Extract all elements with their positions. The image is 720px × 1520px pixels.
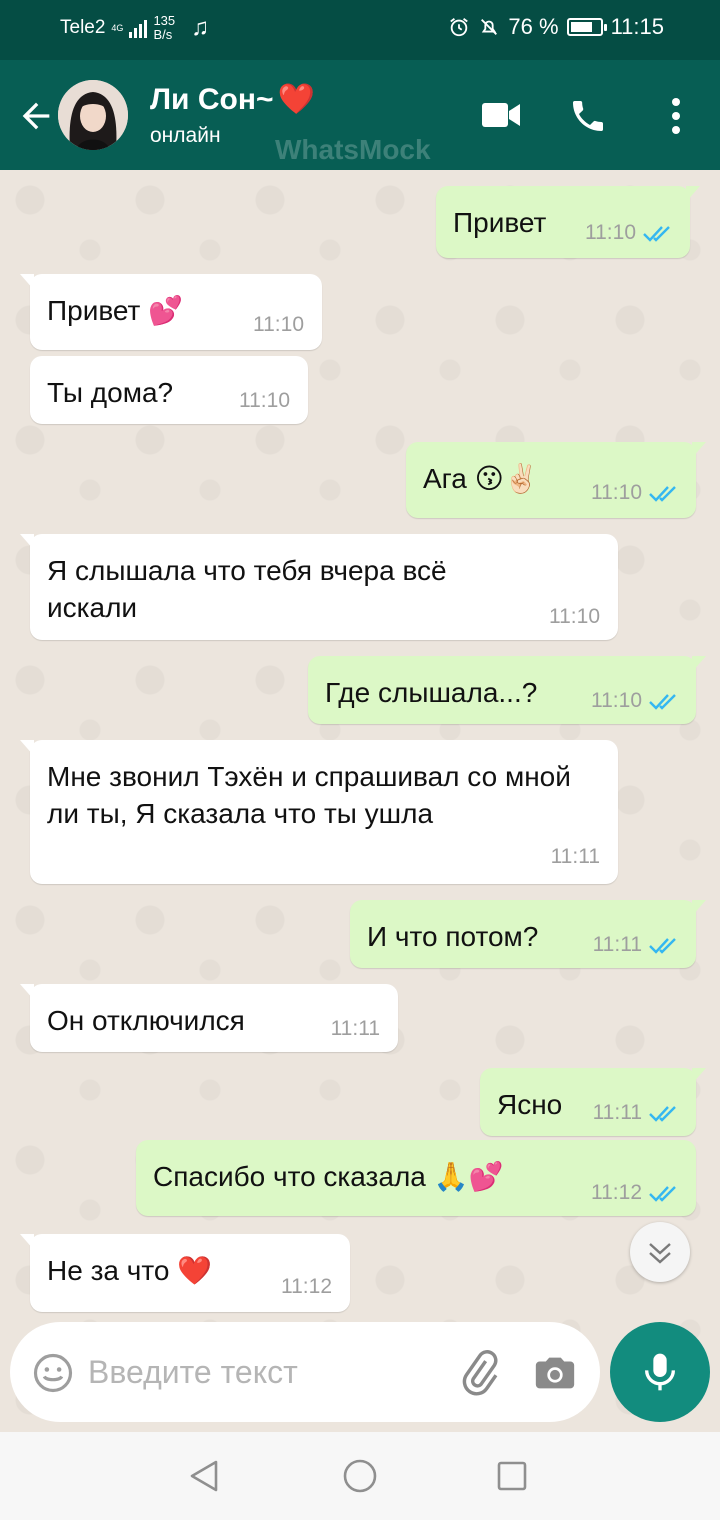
message-text: И что потом? xyxy=(367,921,539,952)
message-time: 11:10 xyxy=(549,605,600,628)
message-bubble-incoming[interactable]: Он отключился 11:11 xyxy=(20,984,398,1052)
message-composer xyxy=(10,1322,600,1422)
double-check-icon xyxy=(649,938,676,954)
mic-button[interactable] xyxy=(610,1322,710,1422)
message-bubble-incoming[interactable]: Мне звонил Тэхён и спрашивал со мной ли … xyxy=(20,740,618,884)
nav-back-icon[interactable] xyxy=(186,1458,222,1494)
avatar[interactable] xyxy=(58,80,128,150)
message-text: Ага xyxy=(423,463,467,494)
chat-header: Ли Сон~ ❤️ онлайн WhatsMock xyxy=(0,60,720,170)
message-text: Мне звонил Тэхён и спрашивал со мной ли … xyxy=(47,761,571,829)
double-check-icon xyxy=(643,226,670,242)
bubble-tail xyxy=(692,1068,706,1084)
message-text: Спасибо что сказала xyxy=(153,1161,426,1192)
message-time: 11:11 xyxy=(592,933,642,956)
message-text: Ты дома? xyxy=(47,377,174,408)
message-emoji: 😗✌🏻 xyxy=(474,462,539,495)
watermark: WhatsMock xyxy=(275,134,431,165)
paperclip-icon[interactable] xyxy=(456,1350,502,1396)
message-time: 11:12 xyxy=(281,1275,332,1298)
message-bubble-outgoing[interactable]: Где слышала...? 11:10 xyxy=(308,656,706,724)
contact-status: онлайн xyxy=(150,124,221,147)
double-check-icon xyxy=(649,1106,676,1122)
mic-icon xyxy=(645,1353,675,1391)
double-check-icon xyxy=(649,694,676,710)
nav-recents-icon[interactable] xyxy=(496,1460,528,1492)
message-bubble-outgoing[interactable]: И что потом? 11:11 xyxy=(350,900,706,968)
video-call-icon[interactable] xyxy=(482,100,520,130)
message-text: Привет xyxy=(47,295,141,326)
battery-icon xyxy=(566,18,607,36)
status-right: 76 % 11:15 xyxy=(448,14,664,40)
bubble-tail xyxy=(20,984,34,1000)
message-bubble-incoming[interactable]: Привет 💕 11:10 xyxy=(20,274,322,350)
bubble-tail xyxy=(20,274,34,290)
contact-name-text: Ли Сон~ xyxy=(150,82,274,116)
carrier-name: Tele2 xyxy=(60,17,106,38)
battery-percent: 76 % xyxy=(508,14,559,39)
message-text: Я слышала что тебя вчера всё искали xyxy=(47,555,447,623)
bubble-tail xyxy=(686,186,700,202)
avatar-image xyxy=(58,80,128,150)
navigation-bar xyxy=(0,1432,720,1520)
message-bubble-outgoing[interactable]: Ага 😗✌🏻 11:10 xyxy=(406,442,706,518)
music-icon: ♫ xyxy=(191,14,210,41)
speed-unit: B/s xyxy=(153,27,173,42)
clock: 11:15 xyxy=(610,14,664,39)
more-vert-icon[interactable] xyxy=(660,96,692,136)
message-time: 11:10 xyxy=(239,389,290,412)
message-bubble-outgoing[interactable]: Привет 11:10 xyxy=(436,186,700,258)
scroll-down-button[interactable] xyxy=(630,1222,690,1282)
status-bar: Tele2 4G 135 B/s ♫ 76 % 11:15 xyxy=(0,0,720,60)
bubble-tail xyxy=(692,442,706,458)
message-time: 11:10 xyxy=(591,481,642,504)
network-type: 4G xyxy=(111,22,124,33)
message-time: 11:12 xyxy=(591,1181,642,1204)
arrow-left-icon[interactable] xyxy=(16,96,56,136)
message-emoji: 💕 xyxy=(148,294,184,327)
message-text: Привет xyxy=(453,207,547,238)
message-emoji: 🙏💕 xyxy=(433,1160,504,1193)
message-time: 11:10 xyxy=(585,221,636,244)
message-text: Он отключился xyxy=(47,1005,245,1036)
message-bubble-incoming[interactable]: Не за что ❤️ 11:12 xyxy=(20,1234,350,1312)
message-time: 11:11 xyxy=(592,1101,642,1124)
signal-icon xyxy=(129,18,148,38)
chevron-down-icon xyxy=(649,1243,671,1264)
message-bubble-outgoing[interactable]: Спасибо что сказала 🙏💕 11:12 xyxy=(136,1140,696,1216)
phone-icon[interactable] xyxy=(568,96,608,136)
network-speed: 135 B/s xyxy=(153,14,175,42)
camera-icon[interactable] xyxy=(532,1350,578,1396)
message-time: 11:11 xyxy=(330,1017,380,1040)
bubble-tail xyxy=(20,740,34,756)
nav-home-icon[interactable] xyxy=(342,1458,378,1494)
double-check-icon xyxy=(649,486,676,502)
message-time: 11:10 xyxy=(253,313,304,336)
bubble-tail xyxy=(20,1234,34,1250)
emoji-icon[interactable] xyxy=(32,1352,74,1394)
message-text: Где слышала...? xyxy=(325,677,538,708)
battery-fill xyxy=(570,22,592,32)
double-check-icon xyxy=(649,1186,676,1202)
message-time: 11:11 xyxy=(550,845,600,868)
heart-emoji: ❤️ xyxy=(277,82,315,117)
bubble-tail xyxy=(692,656,706,672)
status-left: Tele2 4G 135 B/s ♫ xyxy=(60,14,209,42)
message-time: 11:10 xyxy=(591,689,642,712)
message-emoji: ❤️ xyxy=(177,1254,213,1287)
mute-icon xyxy=(481,19,498,35)
chat-area[interactable]: Привет 11:10 Привет 💕 11:10 Ты дома? 11:… xyxy=(0,170,720,1432)
message-input[interactable] xyxy=(88,1350,428,1394)
speed-value: 135 xyxy=(153,13,176,28)
message-bubble-outgoing[interactable]: Ясно 11:11 xyxy=(480,1068,706,1136)
bubble-tail xyxy=(692,900,706,916)
message-text: Ясно xyxy=(497,1089,563,1120)
alarm-icon xyxy=(450,18,469,37)
message-bubble-incoming[interactable]: Я слышала что тебя вчера всё искали 11:1… xyxy=(20,534,618,640)
contact-name[interactable]: Ли Сон~ ❤️ xyxy=(150,82,315,117)
message-text: Не за что xyxy=(47,1255,170,1286)
bubble-tail xyxy=(20,534,34,550)
message-bubble-incoming[interactable]: Ты дома? 11:10 xyxy=(30,356,308,424)
